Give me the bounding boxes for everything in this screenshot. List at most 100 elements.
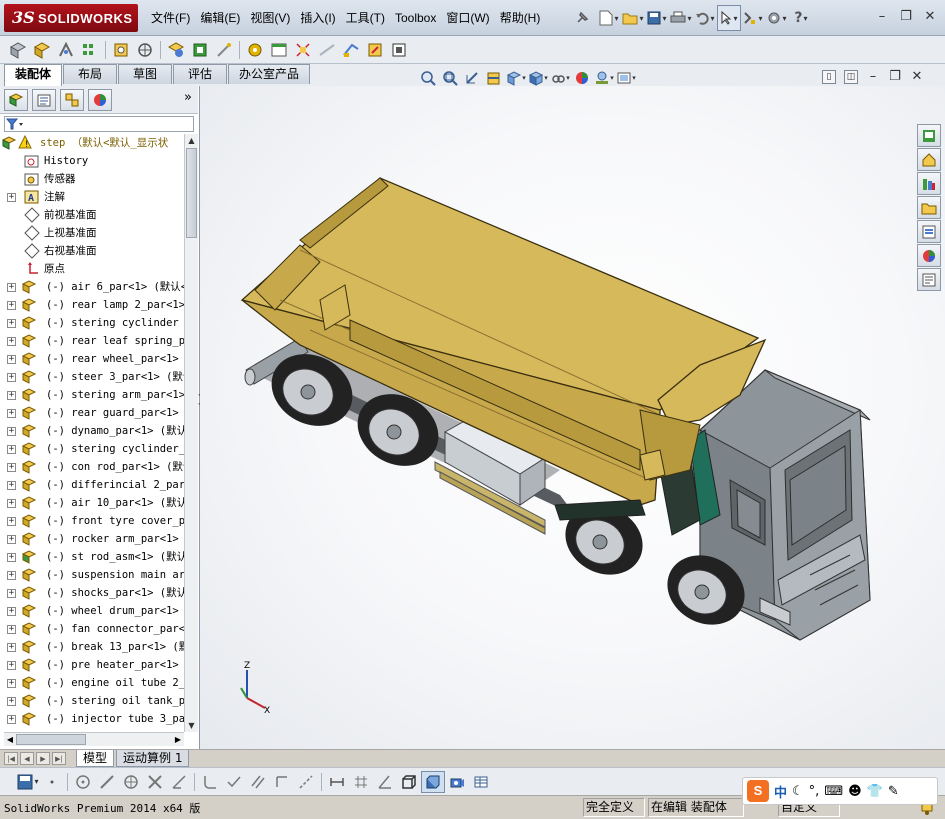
angle-icon[interactable] xyxy=(373,771,397,793)
tree-item-annotations[interactable]: + A 注解 xyxy=(0,188,184,206)
ime-toolbar[interactable]: S 中 ☾ °, ⌨ ☻ 👕 ✎ xyxy=(742,777,938,805)
tree-component-row[interactable]: + (-) suspension main arm xyxy=(0,566,184,584)
tree-component-row[interactable]: + (-) stering oil tank_pa xyxy=(0,692,184,710)
update-speedpak-icon[interactable] xyxy=(387,39,411,61)
shaded-view-icon[interactable] xyxy=(421,770,445,793)
expand-toggle-icon[interactable]: + xyxy=(7,301,16,310)
split-vertical-icon[interactable]: ◫ xyxy=(844,70,858,84)
tab-office-products[interactable]: 办公室产品 xyxy=(228,64,311,84)
horizontal-dimension-icon[interactable] xyxy=(325,771,349,793)
tab-assembly[interactable]: 装配体 xyxy=(4,64,63,86)
close-icon[interactable]: ✕ xyxy=(921,8,939,26)
scroll-left-arrow-icon[interactable]: ◀ xyxy=(4,733,16,746)
doc-minimize-icon[interactable]: – xyxy=(866,70,880,84)
tree-item-origin[interactable]: 原点 xyxy=(0,260,184,278)
trim-entities-icon[interactable] xyxy=(143,771,167,793)
point-icon[interactable] xyxy=(40,771,64,793)
scroll-up-arrow-icon[interactable]: ▲ xyxy=(185,134,198,147)
tree-root-assembly[interactable]: ! step （默认<默认_显示状 xyxy=(0,134,184,152)
user-icon[interactable]: ☻ xyxy=(848,784,862,799)
expand-toggle-icon[interactable]: + xyxy=(7,481,16,490)
tree-component-row[interactable]: + (-) st rod_asm<1> (默认 xyxy=(0,548,184,566)
graphics-area[interactable]: Z X xyxy=(200,86,945,749)
circle-icon[interactable] xyxy=(71,771,95,793)
tree-item-top-plane[interactable]: 上视基准面 xyxy=(0,224,184,242)
solidworks-logo[interactable]: 3S SOLIDWORKS xyxy=(4,4,138,32)
tree-component-row[interactable]: + (-) air 10_par<1> (默认 xyxy=(0,494,184,512)
expand-toggle-icon[interactable]: + xyxy=(7,571,16,580)
settings-wrench-icon[interactable]: ✎ xyxy=(888,784,899,799)
pin-menu-icon[interactable] xyxy=(574,10,590,26)
menu-insert[interactable]: 插入(I) xyxy=(295,7,340,29)
expand-toggle-icon[interactable]: + xyxy=(7,355,16,364)
tree-component-row[interactable]: + (-) rear wheel_par<1> ( xyxy=(0,350,184,368)
configuration-manager-tab-icon[interactable] xyxy=(60,88,84,111)
scroll-down-arrow-icon[interactable]: ▼ xyxy=(185,719,198,732)
expand-toggle-icon[interactable]: + xyxy=(7,697,16,706)
solidworks-resources-icon[interactable] xyxy=(917,124,941,147)
expand-toggle-icon[interactable]: + xyxy=(7,463,16,472)
line-icon[interactable] xyxy=(95,771,119,793)
tree-component-row[interactable]: + (-) shocks_par<1> (默认 xyxy=(0,584,184,602)
tree-horizontal-scrollbar[interactable]: ◀ ▶ xyxy=(4,732,184,746)
feature-tree-tab-icon[interactable] xyxy=(4,88,28,111)
property-manager-tab-icon[interactable] xyxy=(32,88,56,111)
tree-component-row[interactable]: + (-) fan connector_par<1 xyxy=(0,620,184,638)
scroll-right-arrow-icon[interactable]: ▶ xyxy=(172,733,184,746)
expand-toggle-icon[interactable]: + xyxy=(7,535,16,544)
tree-item-sensors[interactable]: 传感器 xyxy=(0,170,184,188)
expand-toggle-icon[interactable]: + xyxy=(7,607,16,616)
next-tab-icon[interactable]: ▶ xyxy=(36,752,50,765)
tree-component-row[interactable]: + (-) steer 3_par<1> (默认 xyxy=(0,368,184,386)
expand-toggle-icon[interactable]: + xyxy=(7,193,16,202)
expand-toggle-icon[interactable]: + xyxy=(7,373,16,382)
instant3d-icon[interactable] xyxy=(363,39,387,61)
expand-toggle-icon[interactable]: + xyxy=(7,589,16,598)
exploded-view-icon[interactable] xyxy=(291,39,315,61)
menu-toolbox[interactable]: Toolbox xyxy=(390,7,441,29)
reference-geometry-icon[interactable] xyxy=(212,39,236,61)
tree-component-row[interactable]: + (-) injector tube 3_par xyxy=(0,710,184,728)
tree-component-row[interactable]: + (-) engine oil tube 2_p xyxy=(0,674,184,692)
tree-component-row[interactable]: + (-) stering arm_par<1> xyxy=(0,386,184,404)
tree-component-row[interactable]: + (-) rear lamp 2_par<1> xyxy=(0,296,184,314)
view-cube-icon[interactable] xyxy=(397,771,421,793)
tree-filter-input[interactable] xyxy=(4,116,194,132)
show-hidden-components-icon[interactable] xyxy=(164,39,188,61)
ime-language-label[interactable]: 中 xyxy=(774,782,787,801)
previous-view-icon[interactable] xyxy=(462,68,482,88)
expand-toggle-icon[interactable]: + xyxy=(7,661,16,670)
display-manager-tab-icon[interactable] xyxy=(88,88,112,111)
moon-icon[interactable]: ☾ xyxy=(792,784,804,799)
offset-entities-icon[interactable] xyxy=(246,771,270,793)
expand-toggle-icon[interactable]: + xyxy=(7,391,16,400)
expand-toggle-icon[interactable]: + xyxy=(7,427,16,436)
minimize-icon[interactable]: – xyxy=(873,8,891,26)
tab-model[interactable]: 模型 xyxy=(76,750,115,767)
centerpoint-arc-icon[interactable] xyxy=(119,771,143,793)
scroll-thumb[interactable] xyxy=(186,148,197,238)
section-view-icon[interactable] xyxy=(484,68,504,88)
sketch-fillet-icon[interactable] xyxy=(198,771,222,793)
hide-show-items-icon[interactable]: ▾ xyxy=(550,68,570,88)
rectangle-icon[interactable] xyxy=(270,771,294,793)
truck-model-3d[interactable] xyxy=(200,86,945,749)
expand-toggle-icon[interactable]: + xyxy=(7,319,16,328)
menu-window[interactable]: 窗口(W) xyxy=(441,7,494,29)
prev-tab-icon[interactable]: ◀ xyxy=(20,752,34,765)
last-tab-icon[interactable]: ▶| xyxy=(52,752,66,765)
first-tab-icon[interactable]: |◀ xyxy=(4,752,18,765)
scroll-thumb[interactable] xyxy=(16,734,86,745)
home-icon[interactable] xyxy=(917,148,941,171)
move-component-icon[interactable] xyxy=(133,39,157,61)
undo-icon[interactable]: ▾ xyxy=(693,5,717,31)
insert-component-icon[interactable] xyxy=(6,39,30,61)
doc-restore-icon[interactable]: ❐ xyxy=(888,70,902,84)
tree-component-row[interactable]: + (-) break 13_par<1> (默 xyxy=(0,638,184,656)
menu-tools[interactable]: 工具(T) xyxy=(341,7,390,29)
tree-component-row[interactable]: + (-) con rod_par<1> (默认 xyxy=(0,458,184,476)
menu-view[interactable]: 视图(V) xyxy=(245,7,295,29)
save-icon[interactable]: ▾ xyxy=(16,771,40,793)
tab-layout[interactable]: 布局 xyxy=(63,64,118,84)
camera-view-icon[interactable] xyxy=(445,771,469,793)
